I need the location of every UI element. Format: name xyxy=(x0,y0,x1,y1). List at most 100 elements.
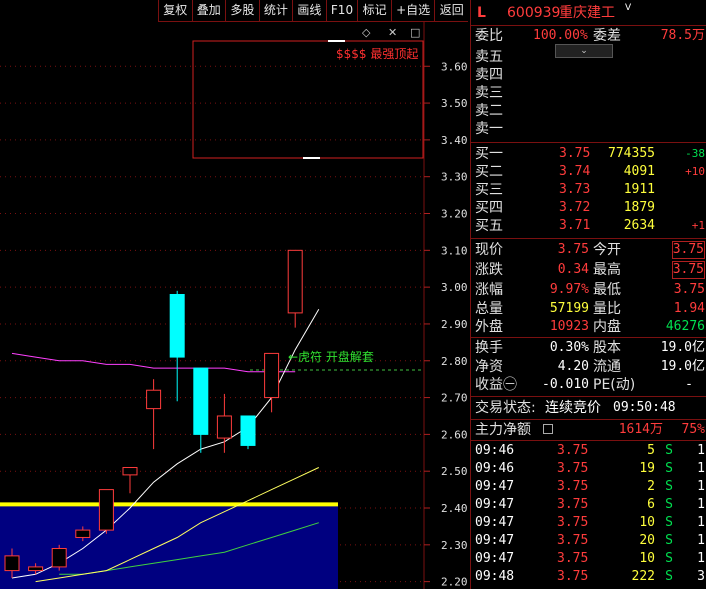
tick-side: S xyxy=(665,533,673,548)
stat-row: 涨幅 9.97% 最低 3.75 xyxy=(475,282,705,298)
divider xyxy=(471,396,706,397)
toolbar-multi-stock-button[interactable]: 多股 xyxy=(225,0,259,21)
divider xyxy=(471,142,706,143)
tick-price: 3.75 xyxy=(557,497,589,512)
buy-row[interactable]: 买三 3.73 1911 xyxy=(471,181,706,199)
toolbar-fuquan-button[interactable]: 复权 xyxy=(158,0,192,21)
tick-time: 09:47 xyxy=(475,533,515,548)
divider xyxy=(471,419,706,420)
axis-tick-label: 3.60 xyxy=(441,60,468,73)
list-icon xyxy=(543,424,553,434)
tick-volume: 10 xyxy=(639,551,655,566)
sell-row: 卖一 xyxy=(475,121,503,137)
tick-count: 1 xyxy=(697,443,705,458)
tick-count: 1 xyxy=(697,461,705,476)
arrow-label: ←虎符 开盘解套 xyxy=(288,349,374,364)
toolbar-overlay-button[interactable]: 叠加 xyxy=(191,0,226,21)
candle-body xyxy=(51,548,67,568)
stock-header: L 600939 重庆建工 V xyxy=(471,3,706,23)
candle-body xyxy=(98,489,114,531)
stock-flag: V xyxy=(625,3,632,13)
tick-time: 09:46 xyxy=(475,461,515,476)
axis-tick-label: 2.30 xyxy=(441,539,468,552)
sell-row: 卖二 xyxy=(475,103,503,119)
tick-side: S xyxy=(665,497,673,512)
tick-count: 3 xyxy=(697,569,705,584)
tick-count: 1 xyxy=(697,533,705,548)
annotation-box-text: $$$$ 最强顶起 xyxy=(336,47,418,61)
tick-volume: 5 xyxy=(647,443,655,458)
tick-price: 3.75 xyxy=(557,461,589,476)
divider xyxy=(471,25,706,26)
tick-volume: 20 xyxy=(639,533,655,548)
tick-row: 09:47 3.75 10 S 1 xyxy=(471,514,706,532)
tick-row: 09:47 3.75 10 S 1 xyxy=(471,550,706,568)
toolbar-draw-line-button[interactable]: 画线 xyxy=(292,0,326,21)
axis-tick-label: 2.80 xyxy=(441,355,468,368)
tick-price: 3.75 xyxy=(557,533,589,548)
trade-status-row: 交易状态: 连续竞价 09:50:48 xyxy=(475,400,676,416)
tick-volume: 2 xyxy=(647,479,655,494)
tick-row: 09:47 3.75 6 S 1 xyxy=(471,496,706,514)
tick-side: S xyxy=(665,461,673,476)
tick-count: 1 xyxy=(697,497,705,512)
axis-tick-label: 3.40 xyxy=(441,134,468,147)
stat-row: 总量 57199 量比 1.94 xyxy=(475,301,705,317)
candle-body xyxy=(169,294,185,358)
candle-body xyxy=(146,389,162,410)
axis-tick-label: 2.40 xyxy=(441,502,468,515)
tick-time: 09:46 xyxy=(475,443,515,458)
stat-row: 现价 3.75 今开 3.75 xyxy=(475,241,705,259)
axis-tick-label: 3.20 xyxy=(441,208,468,221)
buy-row[interactable]: 买一 3.75 774355 -38 xyxy=(471,145,706,163)
tick-time: 09:47 xyxy=(475,479,515,494)
toolbar-back-button[interactable]: 返回 xyxy=(434,0,468,21)
axis-tick-label: 2.70 xyxy=(441,392,468,405)
tick-time: 09:47 xyxy=(475,551,515,566)
axis-tick-label: 2.50 xyxy=(441,465,468,478)
stat-row: 外盘 10923 内盘 46276 xyxy=(475,319,705,335)
toolbar-f10-button[interactable]: F10 xyxy=(325,0,358,21)
toolbar-mark-button[interactable]: 标记 xyxy=(357,0,391,21)
axis-tick-label: 2.20 xyxy=(441,576,468,589)
axis-tick-label: 3.50 xyxy=(441,97,468,110)
tick-side: S xyxy=(665,443,673,458)
chart-toolbar: 复权 叠加 多股 统计 画线 F10 标记 +自选 返回 xyxy=(158,0,468,22)
tick-price: 3.75 xyxy=(557,479,589,494)
buy-row[interactable]: 买四 3.72 1879 xyxy=(471,199,706,217)
candle-body xyxy=(287,249,303,314)
candlestick-chart[interactable]: 3.60 3.50 3.40 3.30 3.20 3.10 3.00 2.90 2.80 2.70… xyxy=(0,0,470,589)
quote-panel: L 600939 重庆建工 V 委比 100.00% 委差 78.5万 ⌄ 卖五… xyxy=(470,0,706,589)
candle-body xyxy=(216,415,232,439)
tick-time: 09:47 xyxy=(475,497,515,512)
window-icon: □ xyxy=(410,26,420,39)
tick-row: 09:47 3.75 20 S 1 xyxy=(471,532,706,550)
tick-time: 09:48 xyxy=(475,569,515,584)
sell-row: 卖三 xyxy=(475,85,503,101)
tick-side: S xyxy=(665,569,673,584)
buy-row[interactable]: 买二 3.74 4091 +10 xyxy=(471,163,706,181)
candle-body xyxy=(193,367,209,435)
tick-volume: 6 xyxy=(647,497,655,512)
tick-row: 09:46 3.75 19 S 1 xyxy=(471,460,706,478)
tick-volume: 222 xyxy=(631,569,655,584)
tick-side: S xyxy=(665,479,673,494)
toolbar-add-watchlist-button[interactable]: +自选 xyxy=(390,0,435,21)
volume-area xyxy=(0,504,338,589)
tick-price: 3.75 xyxy=(557,443,589,458)
ma-magenta-line xyxy=(11,352,296,373)
stock-name: 重庆建工 xyxy=(559,5,615,21)
toolbar-stats-button[interactable]: 统计 xyxy=(258,0,293,21)
axis-tick-label: 2.90 xyxy=(441,318,468,331)
weibi-row: 委比 100.00% 委差 78.5万 xyxy=(475,28,705,44)
tick-row: 09:48 3.75 222 S 3 xyxy=(471,568,706,586)
buy-row[interactable]: 买五 3.71 2634 +1 xyxy=(471,217,706,235)
tick-side: S xyxy=(665,515,673,530)
sell-row: 卖五 xyxy=(475,49,503,65)
axis-tick-label: 3.10 xyxy=(441,244,468,257)
tick-volume: 10 xyxy=(639,515,655,530)
main-flow-row[interactable]: 主力净额 1614万 75% xyxy=(471,421,706,439)
axis-tick-label: 2.60 xyxy=(441,428,468,441)
tick-count: 1 xyxy=(697,479,705,494)
fund-row: 换手 0.30% 股本 19.0亿 xyxy=(475,340,705,356)
